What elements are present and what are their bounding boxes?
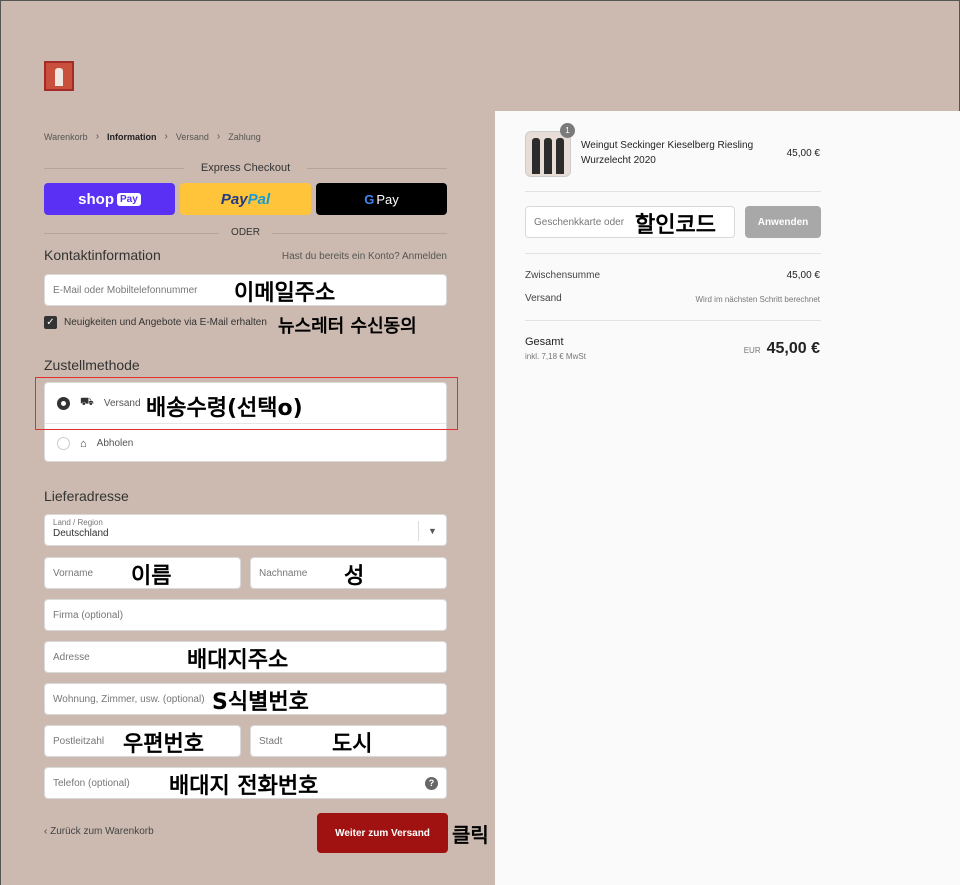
- annotation-email: 이메일주소: [234, 281, 336, 306]
- country-value: Deutschland: [53, 528, 109, 539]
- firstname-placeholder: Vorname: [53, 567, 94, 579]
- google-pay-button[interactable]: G Pay: [316, 183, 447, 215]
- divider: [525, 320, 821, 321]
- google-g-icon: G: [364, 191, 375, 207]
- shop-pay-wordmark: shop: [78, 190, 115, 208]
- back-to-cart-label: Zurück zum Warenkorb: [50, 826, 154, 837]
- discount-code-placeholder: Geschenkkarte oder: [534, 216, 625, 228]
- paypal-wordmark-pay: Pay: [220, 190, 248, 208]
- breadcrumb-information: Information: [107, 131, 157, 142]
- product-name: Weingut Seckinger Kieselberg Riesling Wu…: [581, 140, 754, 166]
- annotation-zip: 우편번호: [123, 732, 204, 757]
- delivery-title: Zustellmethode: [44, 357, 140, 373]
- address-title: Lieferadresse: [44, 488, 129, 504]
- order-summary-panel: 1 Weingut Seckinger Kieselberg Riesling …: [495, 111, 960, 885]
- paypal-wordmark-pal: Pal: [247, 190, 271, 208]
- or-divider: ODER: [44, 227, 447, 238]
- chevron-down-icon: ▼: [418, 521, 446, 541]
- annotation-phone: 배대지 전화번호: [169, 774, 319, 799]
- express-checkout-title: Express Checkout: [44, 162, 447, 174]
- company-placeholder: Firma (optional): [53, 609, 124, 621]
- bottle-shape: [556, 138, 564, 174]
- annotation-discount: 할인코드: [635, 213, 716, 238]
- annotation-street: 배대지주소: [187, 648, 289, 673]
- apply-discount-button[interactable]: Anwenden: [745, 206, 821, 238]
- email-placeholder: E-Mail oder Mobiltelefonnummer: [53, 284, 198, 296]
- newsletter-label: Neuigkeiten und Angebote via E-Mail erha…: [64, 317, 267, 328]
- annotation-lastname: 성: [344, 564, 365, 589]
- annotation-firstname: 이름: [131, 564, 172, 589]
- back-to-cart-link[interactable]: ‹ Zurück zum Warenkorb: [44, 826, 154, 837]
- chevron-right-icon: ›: [95, 131, 100, 142]
- zip-placeholder: Postleitzahl: [53, 735, 105, 747]
- quantity-badge: 1: [560, 123, 575, 138]
- annotation-city: 도시: [332, 732, 373, 757]
- tax-note: inkl. 7,18 € MwSt: [525, 352, 586, 361]
- divider: [525, 253, 821, 254]
- shipping-value: Wird im nächsten Schritt berechnet: [695, 295, 821, 304]
- total-currency: EUR: [743, 346, 761, 355]
- help-icon[interactable]: ?: [425, 777, 438, 790]
- annotation-newsletter: 뉴스레터 수신동의: [278, 316, 417, 337]
- product-price: 45,00 €: [786, 148, 820, 159]
- divider: [525, 191, 821, 192]
- breadcrumb: Warenkorb › Information › Versand › Zahl…: [44, 131, 261, 142]
- total-label: Gesamt: [525, 336, 564, 348]
- newsletter-checkbox-row[interactable]: ✓ Neuigkeiten und Angebote via E-Mail er…: [44, 316, 267, 329]
- shipping-label: Versand: [525, 293, 562, 304]
- delivery-option-pickup-label: Abholen: [96, 438, 134, 449]
- country-label: Land / Region: [53, 518, 103, 527]
- radio-unselected-icon[interactable]: [57, 437, 70, 450]
- total-amount: EUR 45,00 €: [744, 340, 820, 358]
- subtotal-value: 45,00 €: [786, 270, 820, 281]
- annotation-apartment: S식별번호: [212, 690, 309, 715]
- phone-placeholder: Telefon (optional): [53, 777, 130, 789]
- shop-pay-button[interactable]: shop Pay: [44, 183, 175, 215]
- breadcrumb-payment: Zahlung: [228, 131, 261, 142]
- continue-to-shipping-button[interactable]: Weiter zum Versand: [317, 813, 448, 853]
- breadcrumb-shipping: Versand: [175, 131, 209, 142]
- lastname-placeholder: Nachname: [259, 567, 308, 579]
- bottle-shape: [532, 138, 540, 174]
- store-icon: ⌂: [80, 437, 87, 450]
- paypal-button[interactable]: Pay Pal: [180, 183, 311, 215]
- checkout-form-panel: Warenkorb › Information › Versand › Zahl…: [1, 1, 495, 885]
- checkbox-checked-icon[interactable]: ✓: [44, 316, 57, 329]
- country-select[interactable]: Land / Region Deutschland ▼: [44, 514, 447, 546]
- breadcrumb-cart[interactable]: Warenkorb: [44, 132, 88, 142]
- street-placeholder: Adresse: [53, 651, 90, 663]
- login-link[interactable]: Hast du bereits ein Konto? Anmelden: [282, 251, 447, 262]
- bottle-shape: [544, 138, 552, 174]
- subtotal-label: Zwischensumme: [525, 270, 601, 281]
- apartment-placeholder: Wohnung, Zimmer, usw. (optional): [53, 693, 205, 705]
- chevron-right-icon: ›: [164, 131, 168, 142]
- total-value: 45,00 €: [766, 340, 820, 357]
- company-input[interactable]: Firma (optional): [44, 599, 447, 631]
- shop-pay-tag: Pay: [117, 192, 141, 206]
- google-pay-wordmark: Pay: [376, 191, 399, 207]
- contact-title: Kontaktinformation: [44, 247, 161, 263]
- annotation-ship: 배송수령(선택o): [146, 396, 303, 421]
- shop-logo[interactable]: [44, 61, 74, 91]
- annotation-click: 클릭: [452, 823, 489, 847]
- chevron-right-icon: ›: [216, 131, 221, 142]
- city-placeholder: Stadt: [259, 735, 283, 747]
- product-thumbnail: [525, 131, 571, 177]
